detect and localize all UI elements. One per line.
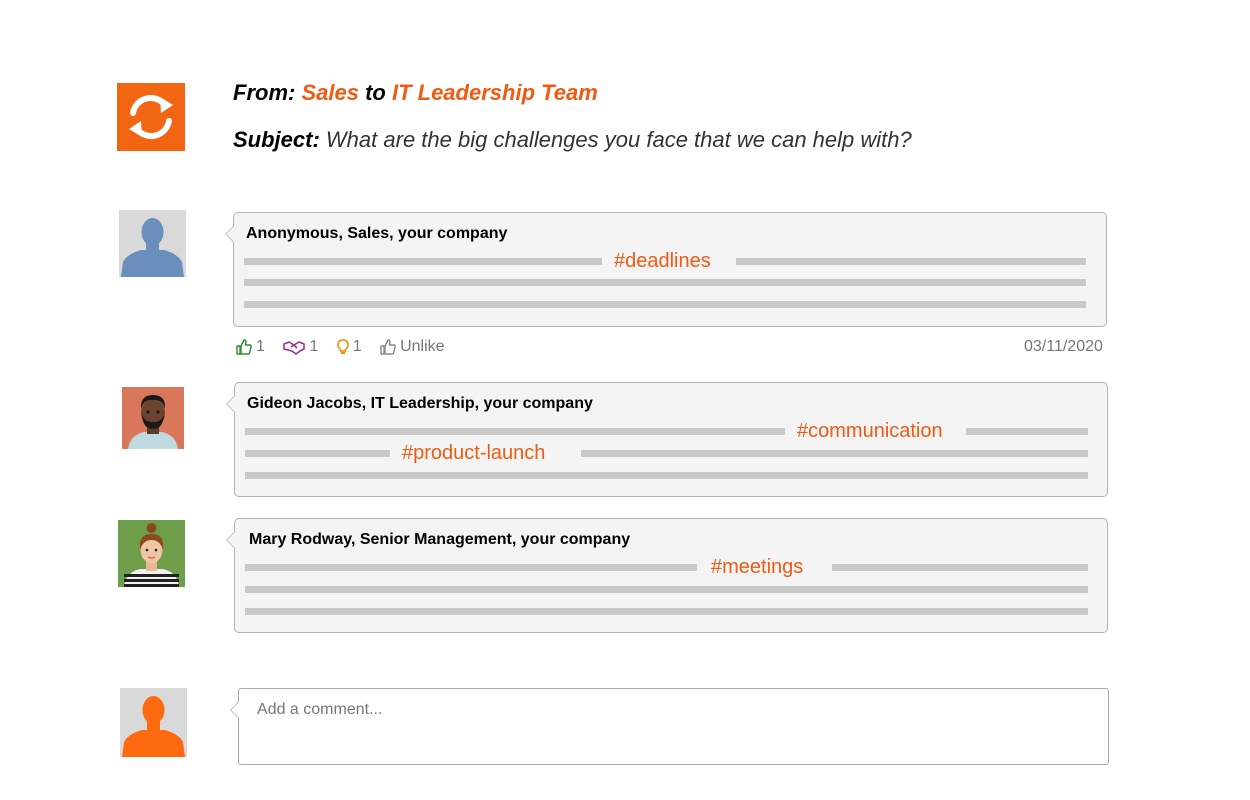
to-group[interactable]: IT Leadership Team xyxy=(392,80,598,105)
comment-input-container xyxy=(230,688,1109,765)
text-placeholder-line xyxy=(245,428,785,435)
comment-bubble-3: Mary Rodway, Senior Management, your com… xyxy=(226,518,1108,633)
agree-button[interactable]: 1 xyxy=(283,338,318,356)
thumbs-up-outline-icon xyxy=(380,339,396,355)
woman-avatar-icon xyxy=(118,520,185,587)
discussion-logo xyxy=(117,83,185,151)
comment-author: Gideon Jacobs, IT Leadership, your compa… xyxy=(247,395,593,412)
like-button[interactable]: 1 xyxy=(236,338,265,356)
person-silhouette-icon xyxy=(119,210,186,277)
subject-line: Subject: What are the big challenges you… xyxy=(233,127,912,153)
comment-bubble-1: Anonymous, Sales, your company #deadline… xyxy=(225,212,1107,327)
lightbulb-icon xyxy=(336,339,349,354)
text-placeholder-line xyxy=(245,564,697,571)
text-placeholder-line xyxy=(832,564,1088,571)
handshake-icon xyxy=(283,341,306,355)
person-silhouette-icon xyxy=(120,688,187,757)
from-group[interactable]: Sales xyxy=(301,80,359,105)
reaction-bar: 1 1 1 Unlike xyxy=(236,338,459,360)
like-count: 1 xyxy=(256,338,265,355)
hashtag[interactable]: #product-launch xyxy=(402,442,545,464)
avatar-mary-rodway xyxy=(118,520,185,587)
avatar-anonymous xyxy=(119,210,186,277)
comment-bubble-2: Gideon Jacobs, IT Leadership, your compa… xyxy=(226,382,1108,497)
comment-author: Mary Rodway, Senior Management, your com… xyxy=(249,531,631,548)
from-line: From: Sales to IT Leadership Team xyxy=(233,80,598,106)
hashtag[interactable]: #communication xyxy=(797,420,943,442)
avatar-current-user xyxy=(120,688,187,757)
text-placeholder-line xyxy=(245,608,1088,615)
subject-text: What are the big challenges you face tha… xyxy=(325,127,912,152)
text-placeholder-line xyxy=(245,472,1088,479)
man-avatar-icon xyxy=(122,387,184,449)
text-placeholder-line xyxy=(736,258,1086,265)
hashtag[interactable]: #meetings xyxy=(711,556,803,578)
agree-count: 1 xyxy=(309,338,319,355)
hashtag[interactable]: #deadlines xyxy=(614,250,711,272)
avatar-gideon-jacobs xyxy=(122,387,184,449)
refresh-arrows-icon xyxy=(129,95,173,139)
unlike-label: Unlike xyxy=(400,338,445,355)
text-placeholder-line xyxy=(966,428,1088,435)
unlike-button[interactable]: Unlike xyxy=(380,338,445,356)
comment-author: Anonymous, Sales, your company xyxy=(246,225,508,242)
idea-button[interactable]: 1 xyxy=(336,338,362,356)
from-label: From: xyxy=(233,80,296,105)
idea-count: 1 xyxy=(352,338,362,355)
thumbs-up-icon xyxy=(236,339,252,355)
subject-label: Subject: xyxy=(233,127,320,152)
text-placeholder-line xyxy=(244,301,1086,308)
text-placeholder-line xyxy=(244,279,1086,286)
comment-date: 03/11/2020 xyxy=(1024,338,1103,355)
text-placeholder-line xyxy=(244,258,602,265)
text-placeholder-line xyxy=(245,586,1088,593)
text-placeholder-line xyxy=(245,450,390,457)
text-placeholder-line xyxy=(581,450,1088,457)
comment-input[interactable] xyxy=(239,689,1108,764)
to-word: to xyxy=(365,80,386,105)
